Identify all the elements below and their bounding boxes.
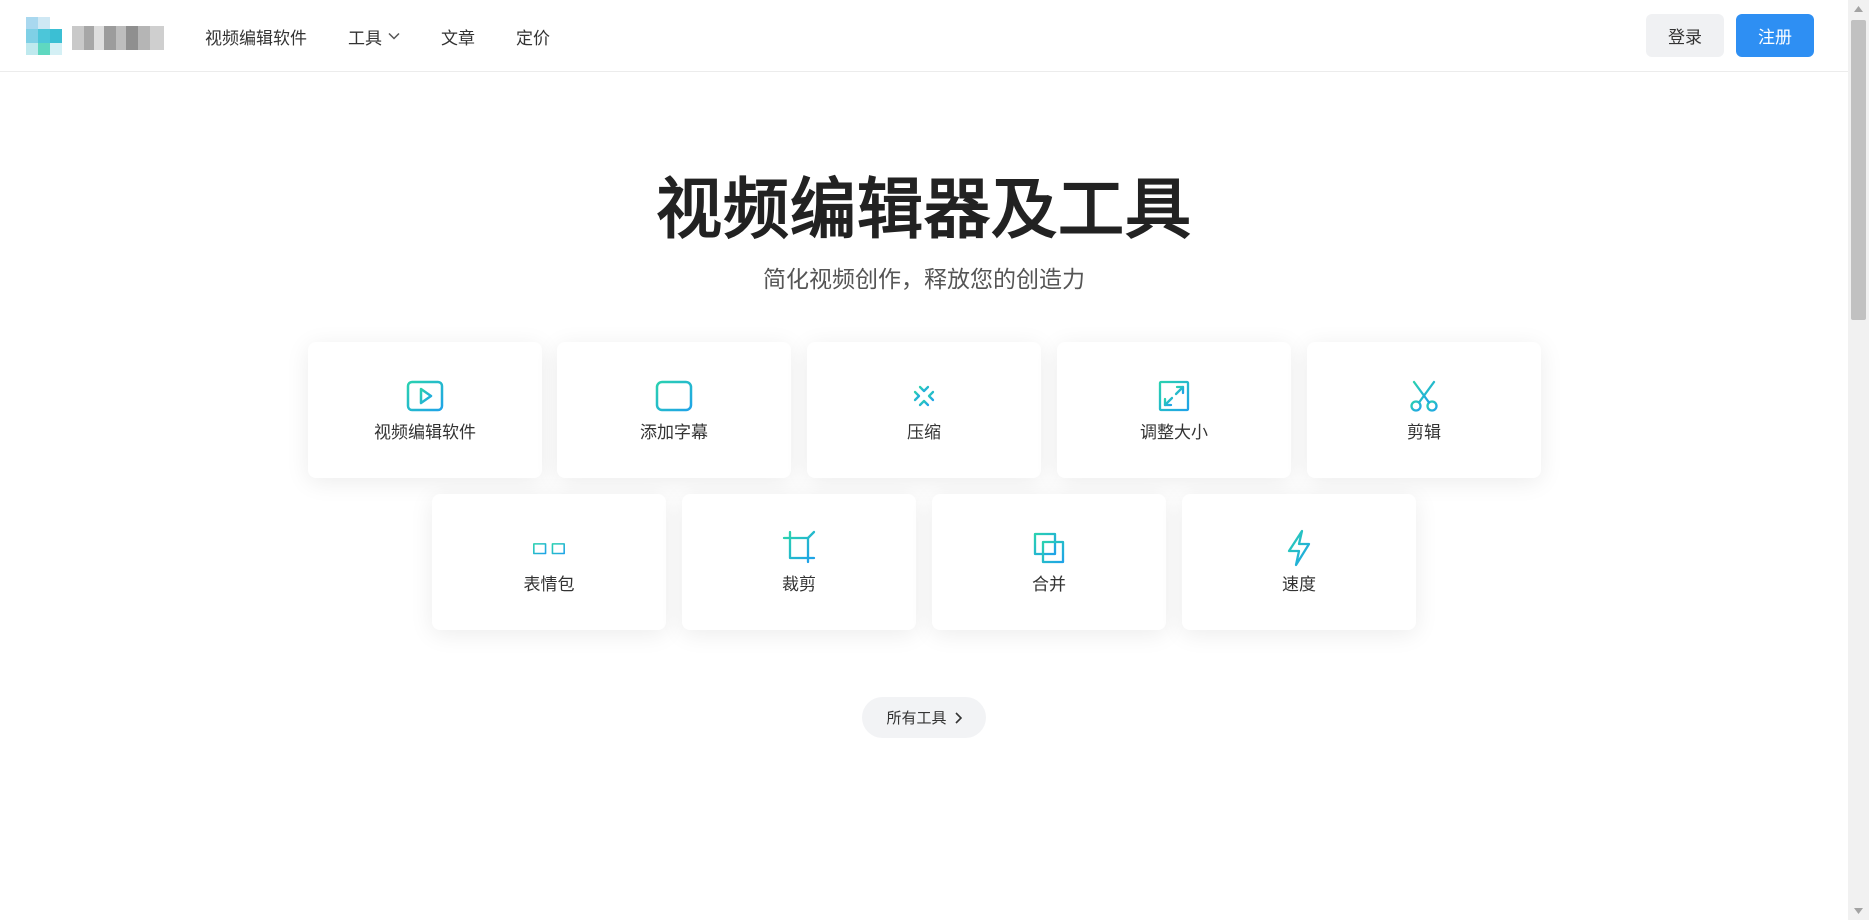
- crop-icon: [779, 528, 819, 568]
- tool-card-label: 视频编辑软件: [374, 423, 476, 443]
- tool-card-label: 合并: [1032, 575, 1066, 595]
- tool-card-meme[interactable]: 表情包: [432, 494, 666, 630]
- tool-card-label: 压缩: [907, 423, 941, 443]
- scroll-up-arrow-icon[interactable]: [1848, 0, 1869, 18]
- video-play-icon: [405, 376, 445, 416]
- scrollbar-thumb[interactable]: [1851, 20, 1866, 320]
- site-logo[interactable]: [26, 17, 164, 55]
- tool-card-label: 剪辑: [1407, 423, 1441, 443]
- chevron-right-icon: [954, 711, 962, 724]
- tool-card-compress[interactable]: 压缩: [807, 342, 1041, 478]
- tool-card-trim[interactable]: 剪辑: [1307, 342, 1541, 478]
- nav-item-label: 视频编辑软件: [205, 28, 307, 49]
- compress-icon: [904, 376, 944, 416]
- nav-item-label: 文章: [441, 28, 475, 49]
- nav-item-pricing[interactable]: 定价: [516, 24, 550, 49]
- scroll-down-arrow-icon[interactable]: [1848, 902, 1869, 920]
- tool-card-label: 表情包: [523, 575, 575, 595]
- all-tools-button[interactable]: 所有工具: [862, 697, 986, 738]
- page-subtitle: 简化视频创作，释放您的创造力: [763, 267, 1085, 293]
- tool-card-label: 调整大小: [1140, 423, 1208, 443]
- logo-icon: [26, 17, 62, 55]
- tool-card-merge[interactable]: 合并: [932, 494, 1166, 630]
- logo-wordmark: [72, 26, 164, 50]
- subtitle-icon: [654, 376, 694, 416]
- tool-card-crop[interactable]: 裁剪: [682, 494, 916, 630]
- top-navbar: 视频编辑软件 工具 文章 定价 登录 注册: [0, 0, 1848, 72]
- nav-item-video-editor[interactable]: 视频编辑软件: [205, 24, 307, 49]
- tool-card-add-subtitles[interactable]: 添加字幕: [557, 342, 791, 478]
- nav-item-label: 工具: [348, 28, 382, 49]
- resize-icon: [1154, 376, 1194, 416]
- main-nav: 视频编辑软件 工具 文章 定价: [205, 0, 591, 72]
- chevron-down-icon: [388, 32, 400, 40]
- page-title: 视频编辑器及工具: [656, 171, 1192, 248]
- tool-card-label: 添加字幕: [640, 423, 708, 443]
- nav-item-articles[interactable]: 文章: [441, 24, 475, 49]
- glasses-icon: [529, 528, 569, 568]
- nav-item-tools[interactable]: 工具: [348, 24, 400, 49]
- tool-card-video-editor[interactable]: 视频编辑软件: [308, 342, 542, 478]
- scissors-icon: [1404, 376, 1444, 416]
- merge-icon: [1029, 528, 1069, 568]
- tool-card-resize[interactable]: 调整大小: [1057, 342, 1291, 478]
- register-button[interactable]: 注册: [1736, 14, 1814, 57]
- tool-card-label: 裁剪: [782, 575, 816, 595]
- lightning-icon: [1279, 528, 1319, 568]
- all-tools-label: 所有工具: [886, 709, 947, 727]
- tool-card-label: 速度: [1282, 575, 1316, 595]
- login-button[interactable]: 登录: [1646, 14, 1724, 57]
- nav-item-label: 定价: [516, 28, 550, 49]
- page-scrollbar[interactable]: [1848, 0, 1869, 920]
- tool-card-speed[interactable]: 速度: [1182, 494, 1416, 630]
